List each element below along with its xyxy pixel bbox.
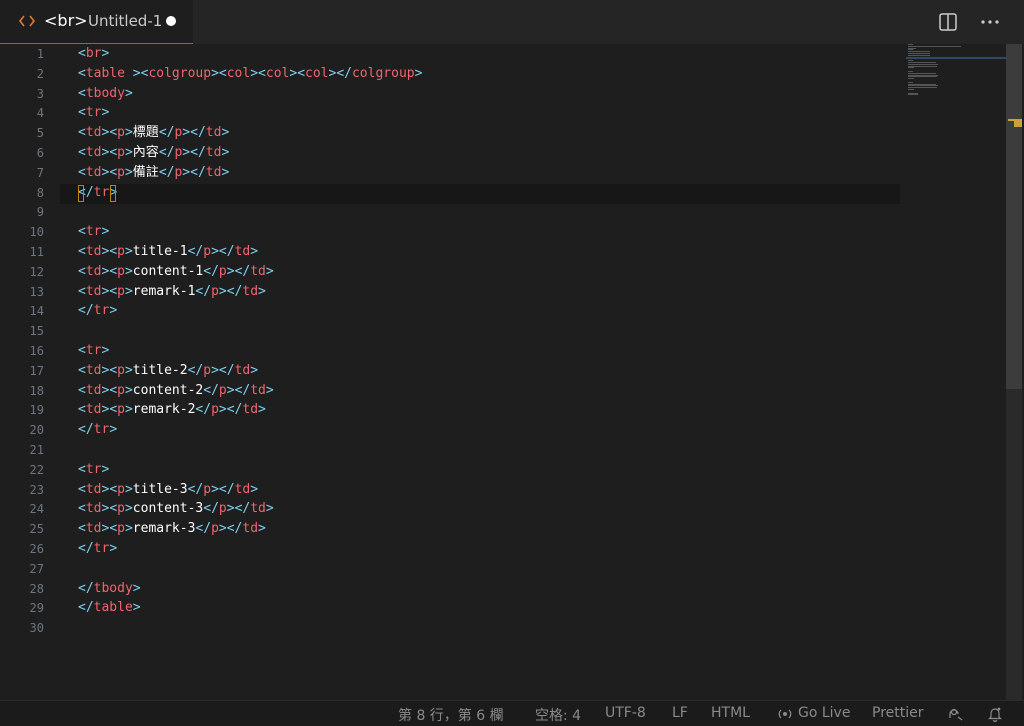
code-line[interactable]: <tr>	[78, 341, 109, 361]
minimap-viewport	[906, 57, 1006, 59]
line-number: 12	[29, 264, 44, 279]
line-number: 4	[36, 106, 44, 121]
code-line[interactable]: <tbody>	[78, 84, 133, 104]
line-number: 2	[36, 66, 44, 81]
tab-bar: <br> Untitled-1	[0, 0, 1024, 45]
minimap-line	[908, 67, 914, 69]
minimap-line	[908, 78, 914, 80]
scrollbar-thumb[interactable]	[1006, 44, 1022, 389]
tab-language-label: <br>	[44, 11, 88, 30]
code-line[interactable]: <td><p>title-2</p></td>	[78, 361, 258, 381]
line-number: 6	[36, 146, 44, 160]
line-number: 30	[29, 621, 44, 636]
code-line[interactable]: <td><p>remark-1</p></td>	[78, 282, 266, 302]
unsaved-dot-icon[interactable]	[166, 16, 176, 26]
line-number-gutter: 1 2 3 4 5 6 7 8 9 10 11 12 13 14 15 16 17 18 19 20 21 22 23 24 2…	[0, 44, 60, 700]
code-line[interactable]: </table>	[78, 598, 141, 618]
line-number: 3	[36, 86, 44, 101]
tab-file-name: Untitled-1	[88, 12, 163, 30]
line-number: 28	[29, 581, 44, 596]
code-line[interactable]: <td><p>內容</p></td>	[78, 143, 229, 163]
minimap-line	[908, 89, 914, 90]
line-number: 16	[29, 344, 44, 358]
status-bar: 第 8 行，第 6 欄 空格: 4 UTF-8 LF HTML Go Live …	[0, 700, 1024, 726]
go-live-button[interactable]: Go Live	[798, 705, 850, 721]
line-number: 15	[29, 324, 44, 339]
line-number: 13	[29, 284, 44, 299]
code-line[interactable]: </tr>	[78, 420, 117, 440]
split-editor-icon[interactable]	[938, 12, 958, 32]
code-line[interactable]: <table ><colgroup><col><col><col></colgr…	[78, 64, 422, 84]
line-number: 1	[36, 47, 44, 61]
line-number: 26	[29, 542, 44, 556]
encoding[interactable]: UTF-8	[605, 705, 646, 721]
code-line[interactable]: </tr>	[78, 301, 117, 321]
code-line[interactable]: <tr>	[78, 222, 109, 242]
broadcast-icon	[778, 709, 792, 719]
editor-area[interactable]: 1 2 3 4 5 6 7 8 9 10 11 12 13 14 15 16 17 18 19 20 21 22 23 24 2…	[0, 44, 1024, 700]
line-number: 8	[36, 185, 44, 200]
feedback-icon[interactable]	[946, 706, 964, 722]
bracket-match-end	[110, 185, 116, 202]
line-number: 11	[29, 245, 44, 259]
minimap-line	[908, 94, 918, 96]
code-line[interactable]: </tbody>	[78, 579, 141, 599]
indentation[interactable]: 空格: 4	[535, 705, 581, 725]
code-line[interactable]: <td><p>content-1</p></td>	[78, 262, 274, 282]
line-number: 14	[29, 304, 44, 319]
line-number: 17	[29, 363, 44, 378]
code-line[interactable]: <tr>	[78, 103, 109, 123]
code-line[interactable]: <td><p>標題</p></td>	[78, 123, 229, 143]
line-number: 18	[29, 383, 44, 398]
code-line[interactable]: <tr>	[78, 460, 109, 480]
scroll-cursor-marker	[1014, 119, 1022, 127]
language-mode[interactable]: HTML	[711, 705, 750, 721]
line-number: 5	[36, 126, 44, 141]
code-line[interactable]: <br>	[78, 44, 109, 64]
line-number: 22	[29, 462, 44, 477]
line-number: 20	[29, 423, 44, 438]
line-number: 9	[36, 205, 44, 220]
more-actions-icon[interactable]	[980, 20, 1000, 24]
code-line[interactable]: </tr>	[78, 539, 117, 559]
code-line[interactable]: <td><p>備註</p></td>	[78, 163, 229, 183]
line-number: 25	[29, 522, 44, 537]
line-number: 19	[29, 403, 44, 418]
bell-icon[interactable]	[988, 706, 1002, 722]
code-line[interactable]: <td><p>content-2</p></td>	[78, 381, 274, 401]
line-number: 7	[36, 165, 44, 180]
cursor-position[interactable]: 第 8 行，第 6 欄	[398, 705, 504, 725]
code-content[interactable]: <br> <table ><colgroup><col><col><col></c…	[78, 44, 900, 700]
line-number: 24	[29, 502, 44, 517]
code-brackets-icon	[18, 15, 36, 27]
code-line[interactable]: <td><p>title-1</p></td>	[78, 242, 258, 262]
line-number: 10	[29, 225, 44, 240]
end-of-line[interactable]: LF	[672, 705, 688, 721]
code-line[interactable]: <td><p>title-3</p></td>	[78, 480, 258, 500]
bracket-match-start	[78, 185, 84, 202]
line-number: 27	[29, 561, 44, 576]
line-number: 23	[29, 482, 44, 497]
minimap[interactable]	[906, 44, 1006, 104]
prettier-button[interactable]: Prettier	[872, 705, 924, 721]
code-line[interactable]: <td><p>content-3</p></td>	[78, 499, 274, 519]
line-number: 29	[29, 601, 44, 616]
line-number: 21	[29, 443, 44, 457]
code-line[interactable]: <td><p>remark-3</p></td>	[78, 519, 266, 539]
code-line[interactable]: <td><p>remark-2</p></td>	[78, 400, 266, 420]
tab-untitled-1[interactable]: <br> Untitled-1	[0, 0, 193, 44]
